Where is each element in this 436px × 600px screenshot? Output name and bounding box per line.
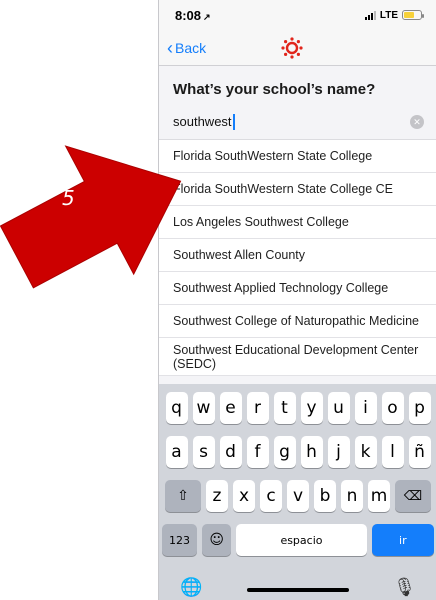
key-h[interactable]: h: [300, 436, 323, 468]
key-b[interactable]: b: [314, 480, 336, 512]
chevron-left-icon: ‹: [167, 37, 173, 58]
clear-search-button[interactable]: ✕: [410, 114, 424, 129]
step-number: 5: [62, 186, 75, 210]
shift-key[interactable]: ⇧: [165, 480, 201, 512]
network-label: LTE: [379, 9, 398, 21]
signal-icon: [364, 10, 376, 20]
nav-bar: ‹ Back: [159, 30, 436, 66]
canvas-logo-icon: [281, 37, 303, 59]
space-key[interactable]: espacio: [236, 524, 367, 556]
key-s[interactable]: s: [192, 436, 215, 468]
key-q[interactable]: q: [165, 392, 188, 424]
school-result-item[interactable]: Los Angeles Southwest College: [159, 206, 436, 239]
school-result-item[interactable]: Florida SouthWestern State College CE: [159, 173, 436, 206]
key-p[interactable]: p: [408, 392, 431, 424]
key-y[interactable]: y: [300, 392, 323, 424]
school-result-item[interactable]: Florida SouthWestern State College: [159, 140, 436, 173]
microphone-icon[interactable]: 🎙: [393, 577, 416, 598]
status-time: 8:08 ↗: [175, 7, 211, 23]
battery-icon: [402, 10, 424, 20]
numbers-key[interactable]: 123: [162, 524, 198, 556]
school-result-item[interactable]: Southwest Allen County: [159, 239, 436, 272]
onscreen-keyboard: q w e r t y u i o p a s d f g h j k l ñ …: [159, 384, 436, 600]
key-j[interactable]: j: [327, 436, 350, 468]
emoji-key[interactable]: ☺: [202, 524, 232, 556]
keyboard-row-3: ⇧ z x c v b n m ⌫: [162, 480, 434, 512]
delete-key[interactable]: ⌫: [395, 480, 431, 512]
key-u[interactable]: u: [327, 392, 350, 424]
keyboard-row-1: q w e r t y u i o p: [162, 392, 434, 424]
phone-screen: 8:08 ↗ LTE ‹ Back What’s your school’s n…: [158, 0, 436, 600]
school-search-field[interactable]: southwest ✕: [159, 104, 436, 140]
keyboard-row-4: 123 ☺ espacio ir: [162, 524, 434, 556]
key-f[interactable]: f: [246, 436, 269, 468]
annotation-arrow: [0, 120, 200, 290]
back-label: Back: [175, 39, 207, 56]
location-icon: ↗: [203, 11, 211, 22]
key-e[interactable]: e: [219, 392, 242, 424]
key-g[interactable]: g: [273, 436, 296, 468]
school-result-item[interactable]: Southwest College of Naturopathic Medici…: [159, 305, 436, 338]
key-o[interactable]: o: [381, 392, 404, 424]
key-m[interactable]: m: [368, 480, 390, 512]
school-result-item[interactable]: Southwest Applied Technology College: [159, 272, 436, 305]
home-indicator[interactable]: [247, 588, 349, 592]
go-key[interactable]: ir: [371, 524, 434, 556]
globe-icon[interactable]: 🌐: [180, 577, 202, 598]
page-title: What’s your school’s name?: [173, 81, 376, 98]
back-button[interactable]: ‹ Back: [159, 39, 206, 57]
key-n-tilde[interactable]: ñ: [408, 436, 431, 468]
key-c[interactable]: c: [260, 480, 282, 512]
school-results-list: Florida SouthWestern State College Flori…: [159, 140, 436, 376]
key-v[interactable]: v: [287, 480, 309, 512]
key-w[interactable]: w: [192, 392, 215, 424]
keyboard-row-2: a s d f g h j k l ñ: [162, 436, 434, 468]
school-result-item[interactable]: Southwest Educational Development Center…: [159, 338, 436, 376]
key-d[interactable]: d: [219, 436, 242, 468]
key-z[interactable]: z: [206, 480, 228, 512]
key-l[interactable]: l: [381, 436, 404, 468]
status-bar: 8:08 ↗ LTE: [159, 0, 436, 30]
text-caret: [232, 113, 235, 130]
key-t[interactable]: t: [273, 392, 296, 424]
key-i[interactable]: i: [354, 392, 377, 424]
key-k[interactable]: k: [354, 436, 377, 468]
key-a[interactable]: a: [165, 436, 188, 468]
key-x[interactable]: x: [233, 480, 255, 512]
key-n[interactable]: n: [341, 480, 363, 512]
key-r[interactable]: r: [246, 392, 269, 424]
